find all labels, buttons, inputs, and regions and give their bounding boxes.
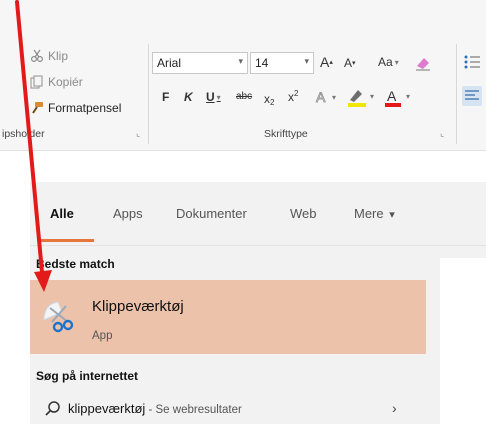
font-size-combo[interactable]: 14 ▾ — [250, 52, 314, 74]
highlight-color-icon[interactable]: ▾ — [346, 86, 380, 108]
tab-documents[interactable]: Dokumenter — [176, 206, 247, 221]
copy-label: Kopiér — [48, 75, 83, 89]
underline-button[interactable]: U ▾ — [206, 90, 221, 104]
best-match-title: Klippeværktøj — [92, 298, 184, 315]
svg-text:▾: ▾ — [370, 92, 374, 101]
font-color-icon[interactable]: A ▾ — [384, 86, 416, 108]
chevron-down-icon: ▾ — [389, 209, 395, 221]
grow-font-button[interactable]: A ▴ — [320, 54, 333, 70]
tab-more-label: Mere — [354, 206, 384, 221]
clipboard-group-label: ipsholder — [2, 128, 45, 140]
cut-label: Klip — [48, 49, 69, 63]
group-separator — [148, 44, 149, 144]
font-dialog-launcher[interactable]: ⌞ — [440, 128, 444, 139]
change-case-button[interactable]: Aa ▾ — [378, 55, 399, 69]
svg-text:A: A — [387, 88, 397, 104]
group-separator — [456, 44, 457, 144]
scissors-icon — [30, 49, 44, 63]
shrink-font-button[interactable]: A ▾ — [344, 56, 356, 70]
web-search-header: Søg på internettet — [36, 369, 139, 383]
format-painter-icon — [32, 102, 43, 114]
clear-formatting-icon[interactable] — [414, 54, 432, 72]
snipping-tool-icon — [43, 301, 74, 333]
font-name-combo[interactable]: Arial ▾ — [152, 52, 248, 74]
tab-web[interactable]: Web — [290, 206, 317, 221]
chevron-down-icon: ▾ — [304, 56, 309, 66]
chevron-right-icon[interactable]: › — [392, 400, 397, 416]
subscript-button[interactable]: x2 — [264, 90, 274, 108]
web-result-suffix: - Se webresultater — [145, 404, 242, 416]
tab-all[interactable]: Alle — [50, 206, 74, 221]
svg-text:▾: ▾ — [332, 93, 336, 102]
search-icon — [45, 401, 60, 416]
active-tab-indicator — [38, 239, 94, 242]
chevron-down-icon: ▾ — [238, 56, 243, 66]
web-result-query: klippeværktøj — [68, 401, 146, 416]
cut-button[interactable]: Klip — [30, 46, 68, 66]
superscript-button[interactable]: x2 — [288, 89, 298, 105]
format-painter-label: Formatpensel — [48, 101, 122, 115]
italic-button[interactable]: K — [184, 90, 193, 104]
web-result-text: klippeværktøj - Se webresultater — [68, 401, 242, 416]
clipboard-dialog-launcher[interactable]: ⌞ — [136, 128, 140, 139]
search-tabs-bar — [30, 182, 486, 246]
font-name-value: Arial — [157, 56, 182, 70]
bullets-icon[interactable] — [462, 52, 482, 72]
svg-text:▾: ▾ — [406, 92, 410, 101]
best-match-header: Bedste match — [36, 257, 115, 271]
copy-button[interactable]: Kopiér — [30, 72, 83, 92]
best-match-subtitle: App — [92, 330, 113, 342]
ribbon-divider — [0, 150, 486, 151]
tab-apps[interactable]: Apps — [113, 206, 143, 221]
tab-more[interactable]: Mere ▾ — [354, 206, 395, 221]
align-left-icon[interactable] — [462, 86, 482, 106]
font-group-label: Skrifttype — [264, 128, 308, 140]
copy-icon — [30, 75, 43, 89]
format-painter-button[interactable]: Formatpensel — [30, 98, 121, 118]
bold-button[interactable]: F — [162, 90, 169, 104]
strikethrough-button[interactable]: abc — [236, 91, 252, 102]
best-match-item[interactable] — [30, 280, 426, 354]
preview-pane-content — [440, 258, 486, 424]
svg-text:A: A — [316, 89, 326, 105]
text-effects-icon[interactable]: A ▾ — [314, 88, 344, 106]
font-size-value: 14 — [255, 56, 269, 70]
